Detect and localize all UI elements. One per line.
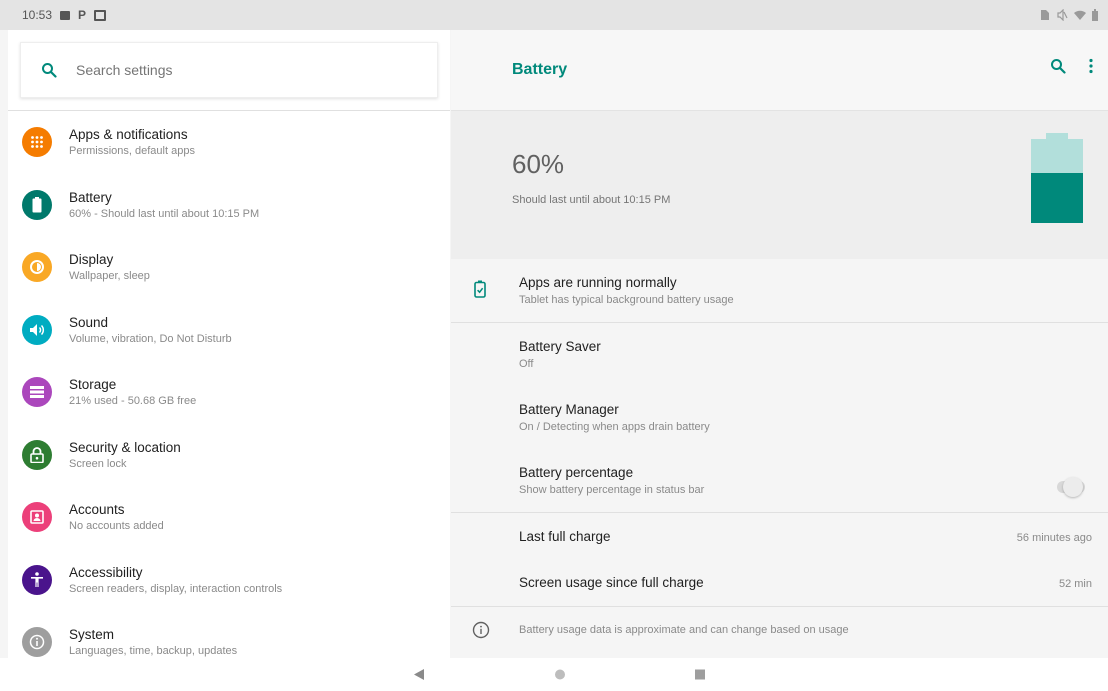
settings-item-title: System: [69, 627, 115, 643]
system-icon: [22, 627, 52, 658]
status-time: 10:53: [22, 8, 53, 22]
battery-status-icon: [1092, 9, 1098, 21]
battery-fill: [1031, 173, 1083, 223]
navigation-bar: [0, 658, 1108, 691]
settings-item-title: Sound: [69, 314, 109, 330]
battery-saver-row[interactable]: Battery Saver Off: [451, 323, 1108, 387]
wifi-icon: [1074, 10, 1086, 20]
settings-item-subtitle: 60% - Should last until about 10:15 PM: [69, 207, 260, 220]
settings-item-battery[interactable]: Battery 60% - Should last until about 10…: [8, 174, 450, 237]
display-icon: [22, 252, 52, 283]
battery-estimate: Should last until about 10:15 PM: [512, 194, 671, 206]
battery-manager-title: Battery Manager: [519, 402, 619, 417]
image-notification-icon: [60, 10, 71, 20]
settings-item-title: Security & location: [69, 439, 181, 455]
last-full-charge-title: Last full charge: [519, 529, 611, 544]
settings-pane: Apps & notifications Permissions, defaul…: [8, 30, 450, 658]
settings-item-title: Storage: [69, 377, 117, 393]
more-options-icon[interactable]: [1088, 58, 1094, 74]
search-icon: [42, 63, 57, 78]
battery-percentage-row[interactable]: Battery percentage Show battery percenta…: [451, 451, 1108, 513]
mute-icon: [1057, 9, 1068, 21]
battery-saver-subtitle: Off: [519, 358, 534, 370]
calendar-notification-icon: [94, 9, 107, 21]
apps-icon: [22, 127, 52, 158]
battery-header: 60% Should last until about 10:15 PM: [451, 111, 1108, 259]
last-full-charge-value: 56 minutes ago: [1016, 532, 1092, 544]
battery-saver-title: Battery Saver: [519, 339, 601, 354]
search-bar[interactable]: [20, 42, 438, 98]
settings-item-apps-notifications[interactable]: Apps & notifications Permissions, defaul…: [8, 111, 450, 174]
settings-item-title: Accessibility: [69, 564, 143, 580]
battery-status-row[interactable]: Apps are running normally Tablet has typ…: [451, 259, 1108, 323]
accessibility-icon: [22, 564, 52, 595]
back-icon[interactable]: [413, 668, 425, 681]
divider: [451, 606, 1108, 607]
battery-level-graphic-icon: [1031, 133, 1083, 223]
settings-list: Apps & notifications Permissions, defaul…: [8, 111, 450, 674]
p-notification-icon: P: [78, 8, 87, 22]
settings-item-title: Apps & notifications: [69, 127, 188, 143]
screen-usage-value: 52 min: [1058, 578, 1092, 590]
settings-item-accessibility[interactable]: Accessibility Screen readers, display, i…: [8, 549, 450, 612]
settings-item-display[interactable]: Display Wallpaper, sleep: [8, 236, 450, 299]
battery-percentage-title: Battery percentage: [519, 465, 634, 480]
screen-usage-title: Screen usage since full charge: [519, 575, 704, 590]
battery-status-subtitle: Tablet has typical background battery us…: [519, 294, 734, 306]
battery-footer-info: Battery usage data is approximate and ca…: [451, 608, 1108, 652]
no-sim-icon: [1041, 10, 1049, 20]
settings-item-subtitle: Wallpaper, sleep: [69, 270, 150, 283]
toolbar-actions: [1050, 58, 1094, 74]
last-full-charge-row[interactable]: Last full charge 56 minutes ago: [451, 513, 1108, 559]
footer-text: Battery usage data is approximate and ca…: [519, 624, 849, 636]
battery-detail-pane: Battery 60% Should last until about 10:1…: [451, 30, 1108, 658]
storage-icon: [22, 377, 52, 408]
settings-item-storage[interactable]: Storage 21% used - 50.68 GB free: [8, 361, 450, 424]
settings-item-subtitle: Screen lock: [69, 457, 127, 470]
settings-item-sound[interactable]: Sound Volume, vibration, Do Not Disturb: [8, 299, 450, 362]
settings-item-accounts[interactable]: Accounts No accounts added: [8, 486, 450, 549]
accounts-icon: [22, 502, 52, 533]
sound-icon: [22, 314, 52, 345]
settings-item-title: Battery: [69, 189, 112, 205]
settings-item-subtitle: Permissions, default apps: [69, 145, 195, 158]
settings-item-subtitle: No accounts added: [69, 520, 164, 533]
settings-item-subtitle: 21% used - 50.68 GB free: [69, 395, 197, 408]
status-bar: 10:53 P: [0, 0, 1108, 30]
battery-ok-icon: [474, 280, 486, 298]
settings-item-title: Accounts: [69, 502, 125, 518]
settings-item-subtitle: Volume, vibration, Do Not Disturb: [69, 332, 232, 345]
status-right: [1038, 9, 1098, 21]
recents-icon[interactable]: [694, 668, 706, 681]
battery-status-title: Apps are running normally: [519, 275, 677, 290]
battery-manager-subtitle: On / Detecting when apps drain battery: [519, 421, 710, 433]
settings-item-title: Display: [69, 252, 114, 268]
settings-item-subtitle: Languages, time, backup, updates: [69, 645, 238, 658]
toggle-thumb[interactable]: [1063, 477, 1083, 497]
search-icon[interactable]: [1050, 58, 1066, 74]
status-left: 10:53 P: [22, 8, 107, 22]
battery-level: 60%: [512, 149, 565, 179]
lock-icon: [22, 439, 52, 470]
info-icon: [472, 621, 490, 639]
battery-manager-row[interactable]: Battery Manager On / Detecting when apps…: [451, 387, 1108, 451]
page-title: Battery: [512, 61, 568, 78]
battery-icon: [22, 189, 52, 220]
settings-item-subtitle: Screen readers, display, interaction con…: [69, 582, 283, 595]
battery-percentage-subtitle: Show battery percentage in status bar: [519, 484, 705, 496]
screen-usage-row[interactable]: Screen usage since full charge 52 min: [451, 559, 1108, 607]
detail-toolbar: Battery: [451, 30, 1108, 110]
home-icon[interactable]: [554, 668, 566, 681]
settings-item-security[interactable]: Security & location Screen lock: [8, 424, 450, 487]
search-input[interactable]: [76, 62, 406, 78]
